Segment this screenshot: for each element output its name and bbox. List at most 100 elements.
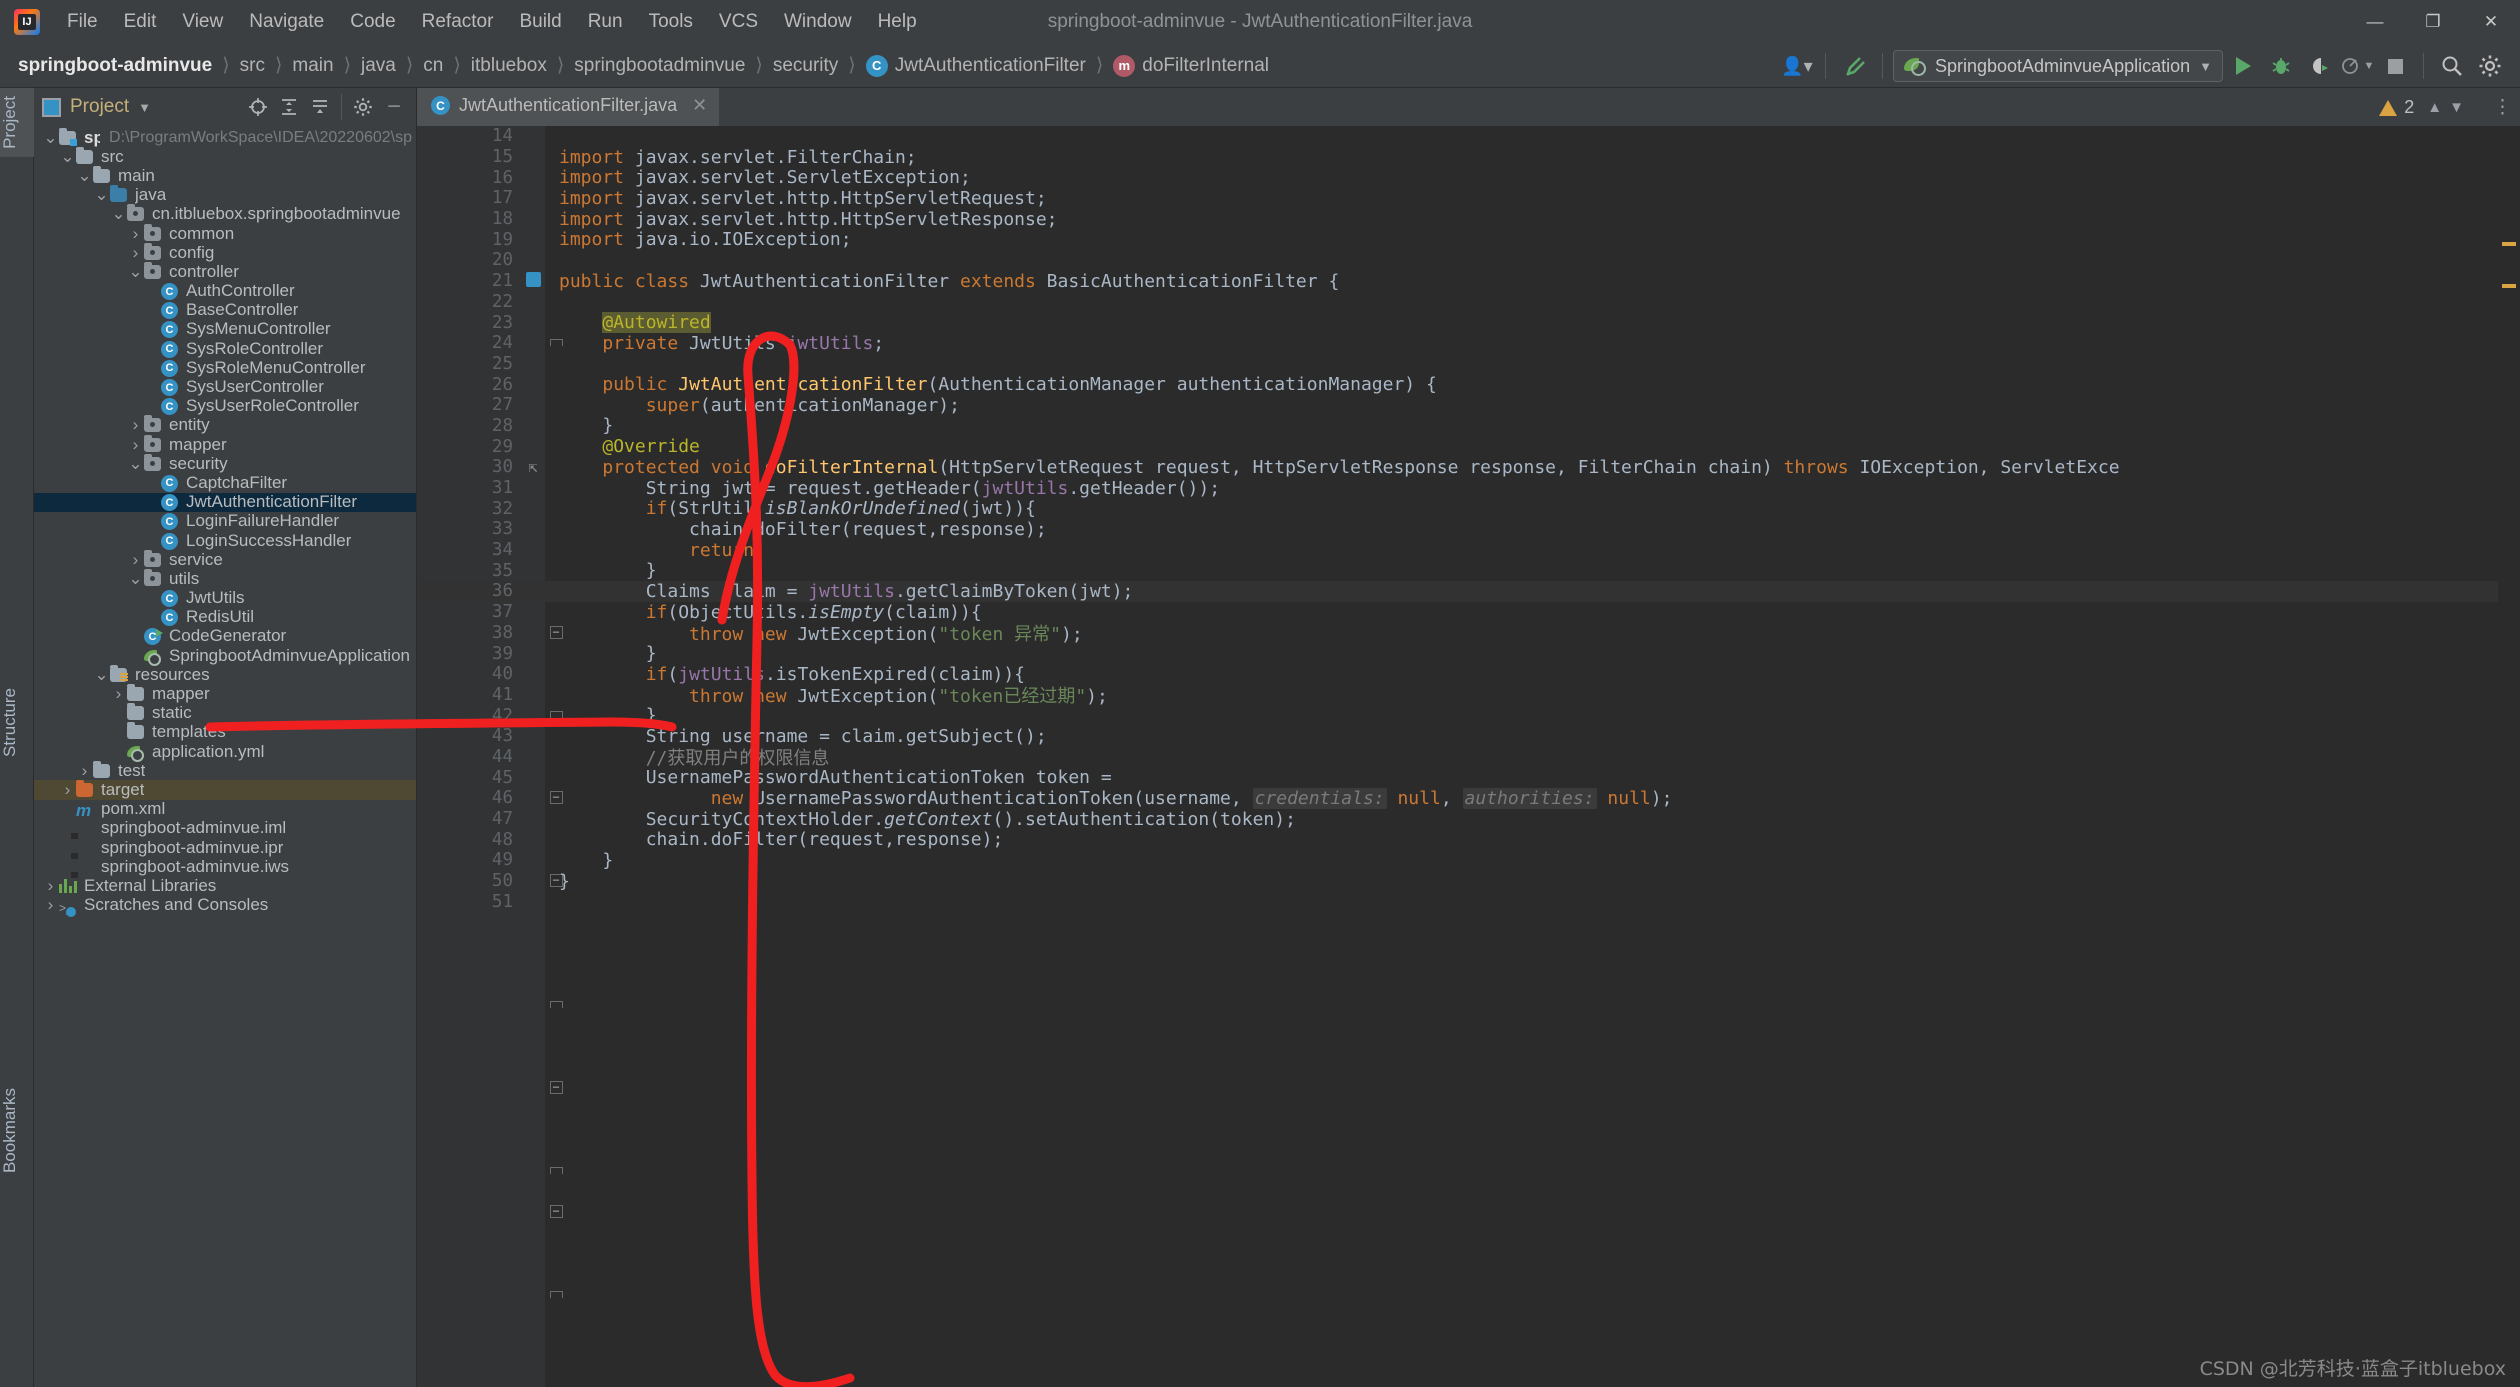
tree-node[interactable]: ›entity [34, 416, 416, 435]
chevron-down-icon[interactable]: ⌄ [127, 460, 144, 468]
run-icon[interactable] [2225, 49, 2261, 83]
code-line[interactable]: 20 [417, 250, 2520, 271]
code-line[interactable]: 23 @Autowired [417, 312, 2520, 333]
tree-node[interactable]: ⌄src [34, 147, 416, 166]
tree-node[interactable]: mpom.xml [34, 800, 416, 819]
debug-icon[interactable] [2263, 49, 2299, 83]
menu-build[interactable]: Build [506, 7, 574, 37]
tree-node[interactable]: CSysUserController [34, 377, 416, 396]
tree-node[interactable]: CJwtUtils [34, 589, 416, 608]
code-line[interactable]: 21public class JwtAuthenticationFilter e… [417, 271, 2520, 292]
chevron-down-icon[interactable]: ⌄ [76, 172, 93, 180]
tree-node[interactable]: ›config [34, 243, 416, 262]
code-line[interactable]: 32 − if(StrUtil.isBlankOrUndefined(jwt))… [417, 498, 2520, 519]
code-line[interactable]: 49 } [417, 850, 2520, 871]
settings-icon[interactable] [2472, 49, 2508, 83]
breadcrumb-item-method[interactable]: m doFilterInternal [1109, 53, 1273, 79]
code-fold-expanded-icon[interactable]: − [549, 1205, 563, 1219]
gear-icon[interactable] [349, 93, 377, 121]
code-line[interactable]: 41 throw new JwtException("token已经过期"); [417, 685, 2520, 706]
code-line[interactable]: 33 chain.doFilter(request,response); [417, 519, 2520, 540]
code-line[interactable]: 42 } [417, 705, 2520, 726]
profile-icon[interactable]: ▼ [2339, 49, 2375, 83]
tree-node[interactable]: SpringbootAdminvueApplication [34, 646, 416, 665]
code-line[interactable]: 44 //获取用户的权限信息 [417, 747, 2520, 768]
tree-node[interactable]: CCaptchaFilter [34, 473, 416, 492]
code-fold-end-icon[interactable] [549, 1288, 563, 1302]
code-line[interactable]: 17 import javax.servlet.http.HttpServlet… [417, 188, 2520, 209]
tree-node[interactable]: CAuthController [34, 282, 416, 301]
code-line[interactable]: 36 Claims claim = jwtUtils.getClaimByTok… [417, 581, 2520, 602]
chevron-right-icon[interactable]: › [127, 415, 144, 435]
more-tabs-icon[interactable]: ⋮ [2493, 96, 2512, 119]
tree-node[interactable]: ›service [34, 550, 416, 569]
menu-window[interactable]: Window [771, 7, 865, 37]
chevron-down-icon[interactable]: ⌄ [127, 575, 144, 583]
code-line[interactable]: 24 private JwtUtils jwtUtils; [417, 333, 2520, 354]
chevron-right-icon[interactable]: › [127, 550, 144, 570]
code-line[interactable]: 14 [417, 126, 2520, 147]
breadcrumb-item-java[interactable]: java [357, 53, 400, 79]
tree-node[interactable]: ›>_Scratches and Consoles [34, 896, 416, 915]
chevron-down-icon[interactable]: ▼ [138, 100, 151, 115]
tree-node[interactable]: CRedisUtil [34, 608, 416, 627]
inspection-status-badge[interactable]: 2 ▲ ▼ [2379, 97, 2464, 118]
menu-navigate[interactable]: Navigate [236, 7, 337, 37]
build-icon[interactable] [1836, 49, 1872, 83]
search-everywhere-icon[interactable] [2434, 49, 2470, 83]
hide-panel-icon[interactable]: ─ [380, 93, 408, 121]
tree-node[interactable]: static [34, 704, 416, 723]
menu-bar[interactable]: File Edit View Navigate Code Refactor Bu… [54, 7, 930, 37]
code-line[interactable]: 50 } [417, 871, 2520, 892]
code-fold-end-icon[interactable] [549, 1164, 563, 1178]
tree-node[interactable]: ⌄utils [34, 569, 416, 588]
menu-help[interactable]: Help [865, 7, 930, 37]
code-line[interactable]: 38 throw new JwtException("token 异常"); [417, 623, 2520, 644]
tree-node[interactable]: ⌄resources [34, 665, 416, 684]
chevron-right-icon[interactable]: › [127, 435, 144, 455]
menu-vcs[interactable]: VCS [706, 7, 771, 37]
locate-icon[interactable] [244, 93, 272, 121]
tree-node[interactable]: ⌄springboot-adminvueD:\ProgramWorkSpace\… [34, 128, 416, 147]
code-line[interactable]: 22 [417, 292, 2520, 313]
tree-node[interactable]: CSysRoleController [34, 339, 416, 358]
warning-marker[interactable] [2502, 284, 2516, 288]
code-line[interactable]: 25 [417, 354, 2520, 375]
tree-node[interactable]: CCodeGenerator [34, 627, 416, 646]
chevron-down-icon[interactable]: ▼ [2449, 99, 2464, 116]
chevron-right-icon[interactable]: › [127, 224, 144, 244]
breadcrumb-item-cn[interactable]: cn [419, 53, 447, 79]
menu-refactor[interactable]: Refactor [409, 7, 507, 37]
tree-node[interactable]: CSysMenuController [34, 320, 416, 339]
code-line[interactable]: 26 − public JwtAuthenticationFilter(Auth… [417, 374, 2520, 395]
chevron-right-icon[interactable]: › [59, 780, 76, 800]
chevron-down-icon[interactable]: ⌄ [110, 210, 127, 218]
code-fold-end-icon[interactable] [549, 998, 563, 1012]
close-button[interactable]: ✕ [2462, 0, 2520, 44]
tree-node[interactable]: ›mapper [34, 435, 416, 454]
chevron-right-icon[interactable]: › [42, 895, 59, 915]
warning-marker[interactable] [2502, 242, 2516, 246]
window-controls[interactable]: — ❐ ✕ [2346, 0, 2520, 44]
code-line[interactable]: 18 import javax.servlet.http.HttpServlet… [417, 209, 2520, 230]
maximize-button[interactable]: ❐ [2404, 0, 2462, 44]
tree-node[interactable]: ⌄cn.itbluebox.springbootadminvue [34, 205, 416, 224]
code-line[interactable]: 31 String jwt = request.getHeader(jwtUti… [417, 478, 2520, 499]
code-line[interactable]: 48 chain.doFilter(request,response); [417, 829, 2520, 850]
spring-bean-gutter-icon[interactable] [521, 272, 545, 291]
code-line[interactable]: 30⇱− protected void doFilterInternal(Htt… [417, 457, 2520, 478]
code-line[interactable]: 35 } [417, 560, 2520, 581]
code-editor[interactable]: 14 15 import javax.servlet.FilterChain;1… [417, 126, 2520, 1387]
code-line[interactable]: 47 SecurityContextHolder.getContext().se… [417, 809, 2520, 830]
chevron-down-icon[interactable]: ⌄ [93, 671, 110, 679]
expand-all-icon[interactable] [275, 93, 303, 121]
tree-node[interactable]: CBaseController [34, 301, 416, 320]
tree-node[interactable]: ›target [34, 780, 416, 799]
sidebar-item-structure[interactable]: Structure [0, 688, 34, 757]
tree-node[interactable]: springboot-adminvue.ipr [34, 838, 416, 857]
chevron-right-icon[interactable]: › [127, 243, 144, 263]
user-icon[interactable]: 👤▾ [1779, 49, 1815, 83]
chevron-down-icon[interactable]: ⌄ [42, 134, 59, 142]
breadcrumb-item-src[interactable]: src [236, 53, 269, 79]
chevron-right-icon[interactable]: › [76, 761, 93, 781]
